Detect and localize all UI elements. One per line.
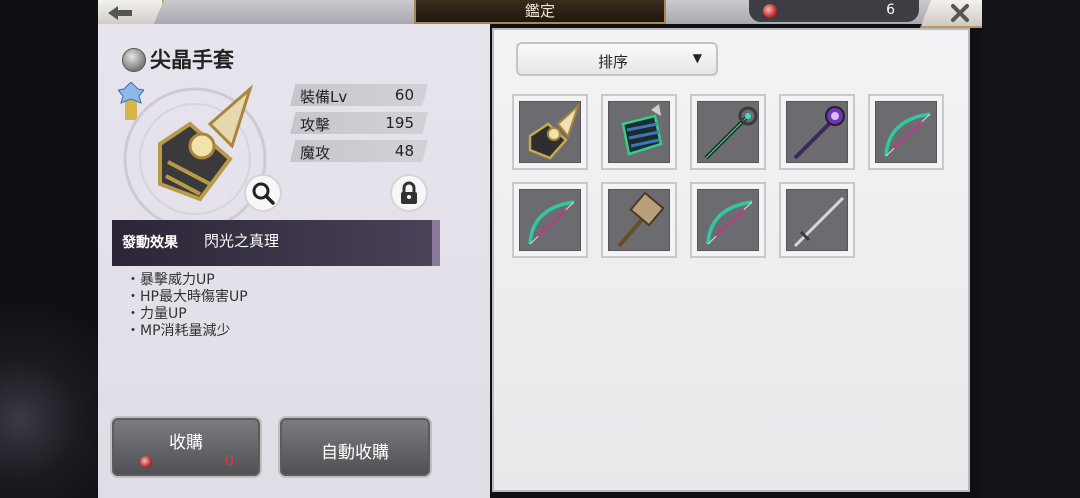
- auto-buy-label: 自動收購: [321, 443, 389, 463]
- stat-row-level: 裝備Lv 60: [290, 84, 428, 106]
- dropdown-arrow-icon: ▼: [692, 51, 702, 65]
- bow-icon: [706, 200, 753, 245]
- gauntlet-icon: [528, 102, 581, 160]
- magnifier-icon: [252, 182, 275, 205]
- inventory-slot-staff[interactable]: [690, 94, 766, 170]
- item-name: 尖晶手套: [150, 47, 234, 72]
- stat-label: 攻擊: [300, 116, 331, 134]
- effect-item: ・力量UP: [126, 306, 187, 322]
- inventory-slot-staff[interactable]: [779, 94, 855, 170]
- background-left: [0, 0, 100, 498]
- stat-row-attack: 攻擊 195: [290, 112, 428, 134]
- inventory-slot-bow[interactable]: [868, 94, 944, 170]
- inventory-slot-bow[interactable]: [690, 182, 766, 258]
- staff-icon: [793, 106, 845, 160]
- effect-name: 閃光之真理: [204, 232, 280, 250]
- inventory-panel: 排序 ▼: [492, 28, 970, 492]
- item-detail-panel: 尖晶手套 裝備Lv 60 攻擊 195 魔攻 48 發動效果 閃光之真理 ・暴擊…: [98, 24, 490, 498]
- inventory-slot-bow[interactable]: [512, 182, 588, 258]
- inventory-slot-gauntlet[interactable]: [601, 94, 677, 170]
- sword-icon: [793, 196, 845, 248]
- close-icon: [951, 4, 969, 22]
- red-orb-icon: [763, 4, 777, 18]
- buy-button-label: 收購: [169, 433, 203, 453]
- staff-icon: [704, 106, 758, 160]
- zoom-button[interactable]: [244, 174, 282, 212]
- gauntlet-art-icon: [123, 84, 267, 231]
- buy-button[interactable]: 收購 0: [110, 416, 262, 478]
- lock-icon: [401, 181, 417, 204]
- gauntlet-icon: [621, 104, 663, 156]
- bow-icon: [884, 112, 931, 157]
- stat-label: 魔攻: [300, 144, 331, 162]
- auto-buy-button[interactable]: 自動收購: [278, 416, 432, 478]
- inventory-slot-gauntlet[interactable]: [512, 94, 588, 170]
- stat-row-magic-attack: 魔攻 48: [290, 140, 428, 162]
- sort-label: 排序: [598, 53, 629, 71]
- bow-icon: [528, 200, 575, 245]
- inventory-slot-sword[interactable]: [779, 182, 855, 258]
- effect-bar-edge: [432, 220, 440, 266]
- effect-label: 發動效果: [122, 235, 178, 251]
- red-orb-icon: [140, 456, 152, 468]
- stat-value: 195: [385, 114, 414, 132]
- sort-dropdown[interactable]: 排序 ▼: [516, 42, 718, 76]
- inventory-slot-hammer[interactable]: [601, 182, 677, 258]
- effect-item: ・HP最大時傷害UP: [126, 289, 248, 305]
- back-arrow-icon: [108, 6, 132, 20]
- effect-item: ・暴擊威力UP: [126, 272, 215, 288]
- lock-button[interactable]: [390, 174, 428, 212]
- effect-item: ・MP消耗量減少: [126, 323, 231, 339]
- currency-display: 6: [749, 0, 919, 22]
- buy-cost: 0: [224, 452, 234, 470]
- background-right: [982, 0, 1080, 498]
- page-title: 鑑定: [414, 0, 666, 24]
- effect-list: ・暴擊威力UP ・HP最大時傷害UP ・力量UP ・MP消耗量減少: [126, 272, 248, 340]
- currency-value: 6: [886, 2, 895, 18]
- effect-bar: 發動效果 閃光之真理: [112, 220, 440, 266]
- stat-label: 裝備Lv: [300, 88, 348, 106]
- hammer-icon: [617, 191, 665, 248]
- stat-value: 48: [394, 142, 414, 160]
- stat-value: 60: [394, 86, 414, 104]
- gauntlet-category-icon: [122, 48, 146, 72]
